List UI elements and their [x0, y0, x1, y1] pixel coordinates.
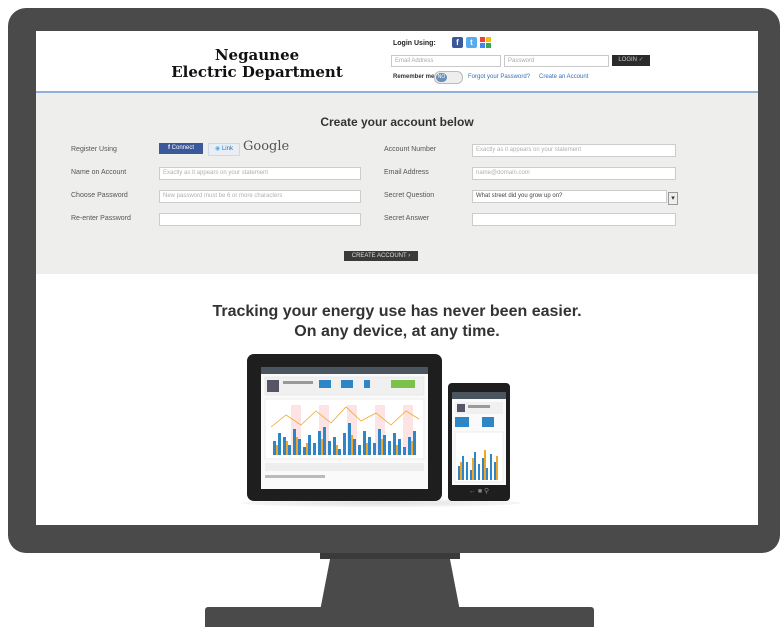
facebook-icon: f — [167, 145, 170, 151]
tablet-dashboard-screenshot — [261, 367, 428, 489]
secret-question-label: Secret Question — [384, 192, 435, 199]
tablet-device-image — [247, 354, 442, 501]
remember-me-label: Remember me — [393, 74, 435, 80]
login-button[interactable]: LOGIN ✓ — [612, 55, 650, 66]
remember-me-toggle[interactable]: NO — [434, 71, 463, 84]
brand-logo[interactable]: Negaunee Electric Department — [122, 47, 392, 81]
google-register-button[interactable]: Google — [243, 139, 289, 154]
login-email-input[interactable]: Email Address — [391, 55, 501, 67]
chevron-down-icon[interactable]: ▾ — [668, 192, 678, 205]
check-icon: ✓ — [638, 57, 644, 63]
name-on-account-input[interactable]: Exactly as it appears on your statement — [159, 167, 361, 180]
phone-dashboard-graphic — [452, 392, 506, 483]
toggle-knob: NO — [436, 73, 447, 82]
neck-shade — [320, 553, 460, 559]
register-using-label: Register Using — [71, 146, 117, 153]
reenter-password-input[interactable] — [159, 213, 361, 226]
monitor-neck — [320, 553, 460, 611]
registration-title: Create your account below — [320, 115, 474, 129]
phone-device-image: ← ■ ⚲ — [448, 383, 510, 501]
choose-password-label: Choose Password — [71, 192, 128, 199]
brand-line-1: Negaunee — [214, 46, 300, 64]
account-number-label: Account Number — [384, 146, 437, 153]
login-using-label: Login Using: — [393, 40, 436, 47]
create-account-label: CREATE ACCOUNT — [351, 253, 407, 259]
linkedin-button[interactable]: ◉ Link — [208, 143, 240, 156]
promo-headline-2: On any device, at any time. — [294, 323, 500, 340]
promo-headline-1: Tracking your energy use has never been … — [212, 303, 582, 320]
create-account-button[interactable]: CREATE ACCOUNT › — [344, 251, 418, 261]
email-address-input[interactable]: name@domain.com — [472, 167, 676, 180]
site-header: Negaunee Electric Department Login Using… — [36, 31, 758, 93]
secret-answer-input[interactable] — [472, 213, 676, 226]
phone-dashboard-screenshot — [452, 392, 506, 485]
twitter-icon[interactable]: t — [466, 37, 477, 48]
secret-answer-label: Secret Answer — [384, 215, 430, 222]
brand-line-2: Electric Department — [171, 63, 343, 81]
reenter-password-label: Re-enter Password — [71, 215, 131, 222]
screen: Negaunee Electric Department Login Using… — [36, 31, 758, 525]
arrow-right-icon: › — [408, 253, 411, 259]
monitor-stand — [205, 607, 594, 627]
linkedin-label: Link — [221, 146, 233, 152]
facebook-connect-label: Connect — [171, 145, 195, 151]
phone-nav-bar: ← ■ ⚲ — [468, 488, 490, 495]
google-icon[interactable] — [480, 37, 491, 48]
create-account-link[interactable]: Create an Account — [539, 74, 588, 80]
account-number-input[interactable]: Exactly as it appears on your statement — [472, 144, 676, 157]
forgot-password-link[interactable]: Forgot your Password? — [468, 74, 530, 80]
facebook-connect-button[interactable]: f Connect — [159, 143, 203, 154]
login-button-label: LOGIN — [618, 57, 637, 63]
name-on-account-label: Name on Account — [71, 169, 127, 176]
tablet-dashboard-graphic — [261, 367, 428, 478]
login-password-input[interactable]: Password — [504, 55, 609, 67]
choose-password-input[interactable]: New password must be 6 or more character… — [159, 190, 361, 203]
linkedin-icon: ◉ — [215, 146, 221, 152]
email-address-label: Email Address — [384, 169, 429, 176]
facebook-icon[interactable]: f — [452, 37, 463, 48]
secret-question-select[interactable]: What street did you grow up on? — [472, 190, 667, 203]
